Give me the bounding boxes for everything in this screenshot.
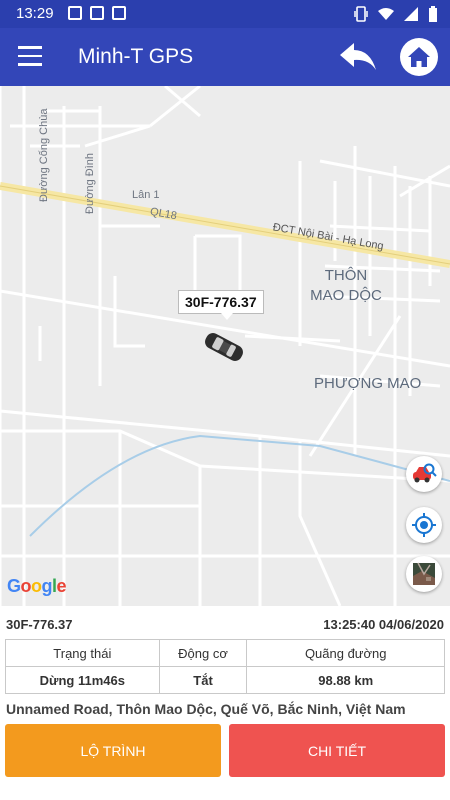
my-location-button[interactable] — [406, 507, 442, 543]
route-button[interactable]: LỘ TRÌNH — [5, 724, 221, 777]
menu-icon[interactable] — [18, 46, 42, 66]
detail-button[interactable]: CHI TIẾT — [229, 724, 445, 777]
back-icon[interactable] — [338, 42, 378, 77]
vehicle-label: 30F-776.37 — [178, 290, 264, 320]
vehicle-address: Unnamed Road, Thôn Mao Dộc, Quế Võ, Bắc … — [6, 701, 406, 717]
status-time: 13:29 — [16, 5, 54, 22]
car-marker-icon[interactable] — [202, 332, 246, 367]
map-label-street: Đường Cống Chùa — [38, 108, 50, 202]
header-status: Trạng thái — [5, 639, 160, 667]
app-bar: Minh-T GPS — [0, 28, 450, 86]
wifi-icon — [378, 7, 394, 26]
map-label-place: THÔN MAO DỘC — [310, 267, 382, 304]
map-label-lane: Lân 1 — [132, 189, 160, 201]
app-title: Minh-T GPS — [78, 45, 194, 68]
header-engine: Động cơ — [158, 639, 248, 667]
vibrate-icon — [354, 6, 368, 27]
system-icons — [354, 6, 438, 27]
vehicle-status-table: Trạng thái Động cơ Quãng đường Dừng 11m4… — [5, 639, 445, 694]
status-value: Dừng 11m46s — [5, 666, 160, 694]
map-view[interactable]: Đường Cống Chùa Đường Đình Lân 1 QL18 ĐC… — [0, 86, 450, 606]
distance-value: 98.88 km — [246, 666, 445, 694]
status-bar: 13:29 — [0, 0, 450, 28]
nav-bar — [0, 785, 450, 800]
find-vehicle-button[interactable] — [406, 456, 442, 492]
google-logo: Google — [7, 576, 67, 596]
map-label-place: PHƯỢNG MAO — [314, 375, 422, 392]
map-type-button[interactable] — [406, 556, 442, 592]
battery-icon — [428, 6, 438, 27]
signal-icon — [404, 7, 418, 26]
table-row: Dừng 11m46s Tắt 98.88 km — [5, 666, 445, 694]
sim-icon — [112, 6, 126, 20]
map-label-street: Đường Đình — [84, 152, 96, 214]
home-icon — [408, 47, 430, 67]
message-icon — [68, 6, 82, 20]
satellite-icon — [413, 562, 435, 585]
home-button[interactable] — [400, 38, 438, 76]
table-header-row: Trạng thái Động cơ Quãng đường — [5, 639, 445, 667]
engine-value: Tắt — [158, 666, 248, 694]
car-search-icon — [413, 463, 437, 483]
header-distance: Quãng đường — [246, 639, 445, 667]
notification-icons — [68, 6, 126, 20]
crosshair-icon — [412, 513, 436, 537]
update-timestamp: 13:25:40 04/06/2020 — [323, 617, 444, 632]
email-icon — [90, 6, 104, 20]
vehicle-plate: 30F-776.37 — [6, 617, 73, 632]
